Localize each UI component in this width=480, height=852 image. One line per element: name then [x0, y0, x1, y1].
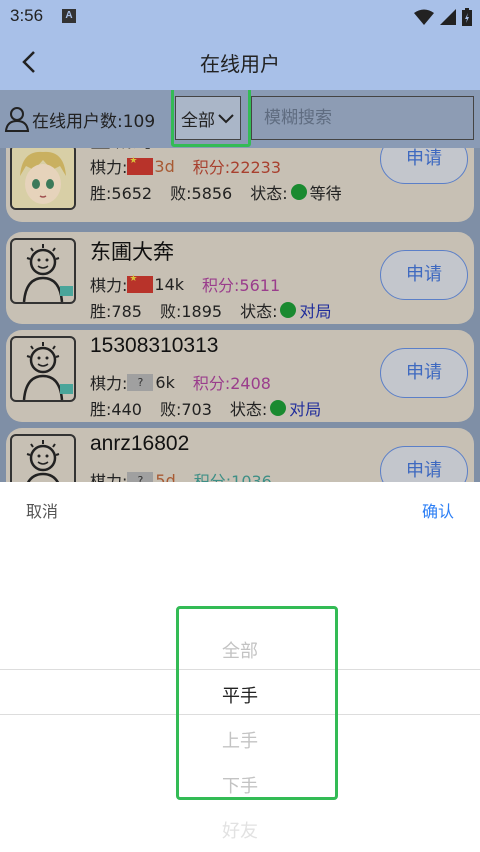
user-rank-line: 棋力: 3d 积分:22233 — [90, 154, 281, 178]
default-avatar-icon — [22, 244, 73, 302]
rank-value: 6k — [155, 372, 175, 392]
rank-label: 棋力: — [90, 276, 128, 295]
user-name: 15308310313 — [90, 334, 219, 357]
wins: 胜:440 — [90, 400, 142, 419]
rank-label: 棋力: — [90, 374, 128, 393]
filter-picker-sheet: 取消 确认 全部 平手 上手 下手 好友 — [0, 482, 480, 852]
user-stats-line: 胜:5652 败:5856 状态: 等待 — [90, 180, 342, 204]
china-flag-icon — [127, 274, 154, 293]
user-name: anrz16802 — [90, 432, 190, 455]
wins: 胜:785 — [90, 302, 142, 321]
title-bar: 在线用户 — [0, 34, 480, 90]
avatar-default — [10, 434, 76, 482]
unknown-flag-icon: ? — [127, 373, 154, 391]
status-label: 状态: — [250, 184, 288, 203]
online-count-label: 在线用户数:109 — [32, 111, 156, 132]
wins: 胜:5652 — [90, 184, 153, 203]
user-rank-line: 棋力: 14k 积分:5611 — [90, 272, 280, 296]
rank-label: 棋力: — [90, 158, 128, 177]
rank-value: 14k — [154, 274, 185, 294]
status-value: 等待 — [309, 184, 342, 203]
rank-value: 3d — [154, 156, 175, 176]
user-name: 东圃大奔 — [90, 241, 174, 264]
user-card[interactable]: 东圃大奔 棋力: 14k 积分:5611 胜:785 败:1895 状态: 对局… — [6, 232, 474, 324]
user-rank-line: 棋力: ? 5d 积分:1036 — [90, 468, 272, 482]
avatar-anime — [10, 144, 76, 210]
score: 积分:2408 — [192, 374, 271, 393]
user-rank-line: 棋力: ? 6k 积分:2408 — [90, 370, 271, 394]
apply-button[interactable]: 申请 — [380, 348, 468, 398]
toolbar: 在线用户数:109 全部 模糊搜索 — [0, 90, 480, 148]
filter-dropdown[interactable]: 全部 — [175, 96, 241, 140]
china-flag-icon — [127, 156, 154, 175]
picker-divider-top — [0, 669, 480, 670]
default-avatar-icon — [26, 440, 60, 482]
score: 积分:22233 — [192, 158, 282, 177]
default-avatar-icon — [22, 342, 73, 400]
filter-value: 全部 — [181, 110, 215, 131]
confirm-button[interactable]: 确认 — [422, 498, 454, 522]
avatar-default — [10, 238, 76, 304]
online-count: 在线用户数:109 — [4, 106, 155, 132]
picker-option[interactable]: 上手 — [0, 727, 480, 753]
score: 积分:5611 — [202, 276, 281, 295]
notification-a-icon: A — [62, 9, 76, 23]
chevron-down-icon — [218, 114, 234, 124]
battery-charging-icon — [462, 8, 472, 26]
user-card[interactable]: anrz16802 棋力: ? 5d 积分:1036 申请 — [6, 428, 474, 482]
apply-button[interactable]: 申请 — [380, 446, 468, 482]
status-dot-icon — [280, 302, 297, 318]
clock: 3:56 — [10, 6, 44, 25]
rank-value: 5d — [155, 470, 176, 483]
status-label: 状态: — [240, 302, 278, 321]
losses: 败:703 — [159, 400, 212, 419]
picker-option-selected[interactable]: 平手 — [0, 682, 480, 708]
anime-avatar-icon — [12, 146, 74, 208]
losses: 败:1895 — [159, 302, 223, 321]
status-value: 对局 — [289, 400, 322, 419]
picker-option[interactable]: 全部 — [0, 637, 480, 663]
picker-option[interactable]: 好友 — [0, 817, 480, 843]
cancel-button[interactable]: 取消 — [26, 498, 58, 522]
signal-icon — [440, 9, 456, 25]
status-bar: 3:56 A — [0, 0, 480, 34]
user-stats-line: 胜:440 败:703 状态: 对局 — [90, 396, 321, 420]
status-dot-icon — [270, 400, 287, 416]
user-stats-line: 胜:785 败:1895 状态: 对局 — [90, 298, 331, 322]
user-icon — [4, 107, 30, 132]
losses: 败:5856 — [170, 184, 233, 203]
unknown-flag-icon: ? — [127, 471, 154, 482]
search-input[interactable]: 模糊搜索 — [251, 96, 474, 140]
status-value: 对局 — [299, 302, 332, 321]
user-card[interactable]: 15308310313 棋力: ? 6k 积分:2408 胜:440 败:703… — [6, 330, 474, 422]
score: 积分:1036 — [193, 472, 272, 482]
apply-button[interactable]: 申请 — [380, 250, 468, 300]
user-list-area: 金城湾 棋力: 3d 积分:22233 胜:5652 败:5856 状态: 等待… — [0, 90, 480, 482]
wifi-icon — [414, 9, 434, 25]
status-dot-icon — [290, 184, 307, 200]
status-icons — [414, 6, 472, 28]
picker-divider-bottom — [0, 714, 480, 715]
page-title: 在线用户 — [200, 52, 280, 76]
status-label: 状态: — [229, 400, 268, 419]
picker-option[interactable]: 下手 — [0, 772, 480, 798]
avatar-default — [10, 336, 76, 402]
rank-label: 棋力: — [90, 472, 128, 482]
